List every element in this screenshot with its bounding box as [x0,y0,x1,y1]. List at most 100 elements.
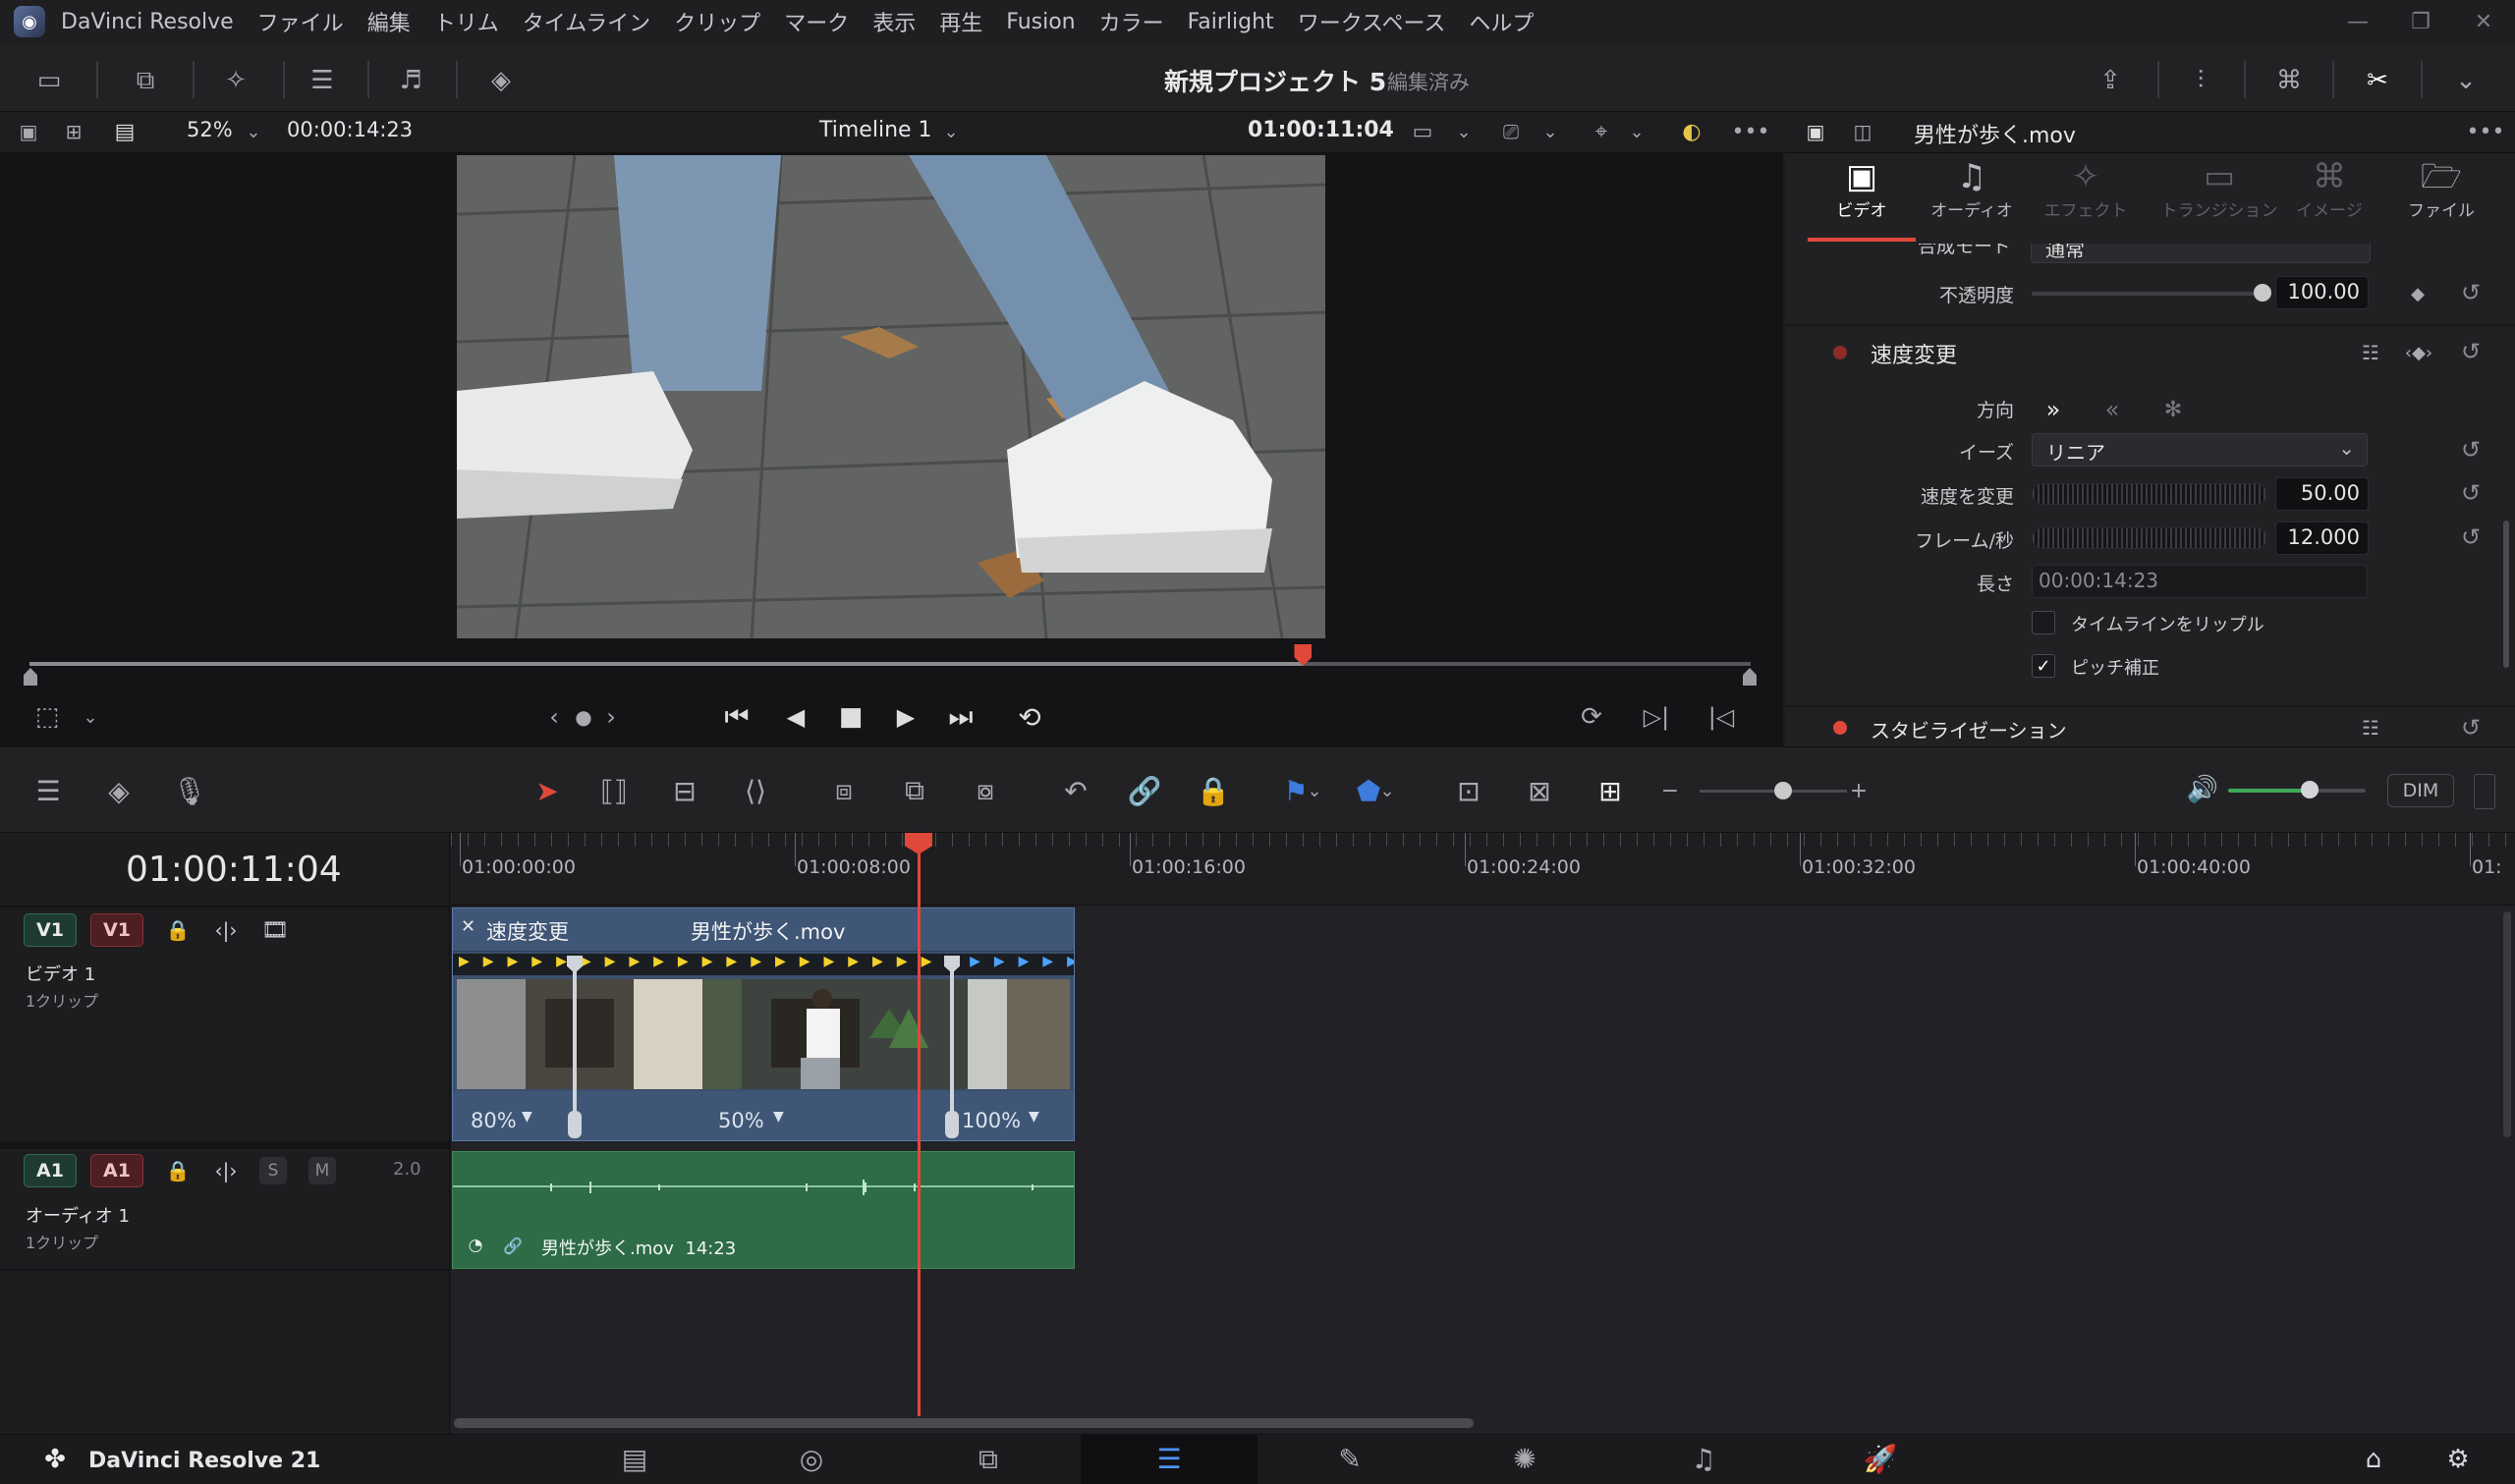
sound-library-icon[interactable]: ♬ [389,61,432,100]
sliders-icon[interactable]: ☷ [2356,338,2385,367]
edit-timeline-page-icon[interactable]: ☰ [1081,1434,1258,1484]
fps-field[interactable]: 12.000 [2275,522,2369,555]
transform-icon[interactable]: ⌖ [1582,116,1621,147]
zoom-level[interactable]: 52% [187,118,233,141]
metadata-icon[interactable]: ⌘ [2267,61,2311,100]
tab-effects[interactable]: ✧ エフェクト [2032,157,2140,221]
menu-mark[interactable]: マーク [784,6,849,37]
tab-audio[interactable]: ♫ オーディオ [1918,157,2026,221]
zoom-in-icon[interactable]: + [1847,776,1871,805]
remove-effect-icon[interactable]: ✕ [461,916,475,937]
edit-page-icon[interactable]: ⧉ [900,1434,1077,1484]
zoom-full-icon[interactable]: ⊡ [1446,769,1491,812]
resolve-logo-icon[interactable]: ◉ [14,6,45,37]
restore-icon[interactable]: ❐ [2389,10,2452,34]
menu-workspace[interactable]: ワークスペース [1298,6,1446,37]
fps-jog-wheel[interactable] [2032,527,2267,549]
chevron-down-icon[interactable]: ⌄ [2444,61,2487,100]
ease-dropdown[interactable]: リニア ⌄ [2032,433,2368,467]
mute-button[interactable]: M [308,1157,336,1184]
speed-field[interactable]: 50.00 [2275,477,2369,511]
keyframe-nav-icon[interactable]: ‹◆› [2391,338,2446,367]
keyframe-diamond-icon[interactable]: ◈ [479,61,523,100]
a1-source-button[interactable]: A1 [90,1154,143,1187]
color-overlay-icon[interactable]: ◐ [1674,116,1709,147]
chevron-down-icon[interactable]: ⌄ [939,116,963,147]
prev-edit-icon[interactable]: |◁ [1704,697,1739,737]
menu-timeline[interactable]: タイムライン [523,6,650,37]
volume-knob[interactable] [2301,781,2319,798]
menu-view[interactable]: 表示 [872,6,916,37]
overwrite-clip-icon[interactable]: ⧉ [892,769,937,812]
timeline-view-options-icon[interactable]: ☰ [26,769,71,812]
keyframe-diamond-icon[interactable]: ◈ [96,769,141,812]
tab-video[interactable]: ▣ ビデオ [1808,157,1916,221]
selection-pointer-icon[interactable]: ➤ [525,769,570,812]
trim-edit-icon[interactable]: ⟦⟧ [591,769,637,812]
zoom-out-icon[interactable]: − [1658,776,1682,805]
replace-clip-icon[interactable]: ⧇ [963,769,1008,812]
inspector-tools-icon[interactable]: ✂ [2356,61,2399,100]
chevron-down-icon[interactable]: ▼ [1029,1109,1039,1125]
reset-icon[interactable]: ↺ [2456,337,2486,366]
dim-button[interactable]: DIM [2387,774,2454,807]
inspector-scrollbar[interactable] [2503,521,2509,668]
media-pool-icon[interactable]: ▭ [28,61,71,100]
single-viewer-icon[interactable]: ▣ [14,116,43,147]
position-lock-icon[interactable]: 🔒 [1191,769,1236,812]
blade-icon[interactable]: ⟨⟩ [733,769,778,812]
track-lock-icon[interactable]: 🔒 [163,1154,193,1187]
dynamic-trim-icon[interactable]: ⊟ [662,769,707,812]
inspector-thumbnail-icon[interactable]: ▣ [1800,116,1831,147]
reset-icon[interactable]: ↺ [2456,478,2486,508]
split-view-icon[interactable]: ◫ [1847,116,1878,147]
reset-icon[interactable]: ↺ [2456,522,2486,552]
pitch-checkbox[interactable]: ✓ [2032,654,2055,678]
speed-segment-label[interactable]: 50% [718,1109,764,1132]
minimize-icon[interactable]: — [2326,10,2389,34]
audio-track-name[interactable]: オーディオ 1 [26,1202,130,1228]
video-track-name[interactable]: ビデオ 1 [26,961,95,986]
opacity-field[interactable]: 100.00 [2275,276,2369,309]
speed-point-grip[interactable] [568,1111,582,1138]
freeze-icon[interactable]: ✻ [2153,393,2193,426]
next-keyframe-icon[interactable]: › [601,699,621,735]
timeline-selector[interactable]: Timeline 1 [819,118,932,142]
tab-image[interactable]: ⌘ イメージ [2275,157,2383,221]
loop-icon[interactable]: ⟲ [1010,697,1049,737]
edit-index-icon[interactable]: ☰ [301,61,344,100]
play-icon[interactable]: ▶ [886,697,925,737]
transform-overlay-icon[interactable]: ⬚ [28,699,67,735]
v1-source-button[interactable]: V1 [90,913,143,947]
chevron-down-icon[interactable]: ⌄ [79,699,102,735]
volume-icon[interactable]: 🔊 [2183,772,2222,807]
tab-file[interactable]: 🗁 ファイル [2387,157,2495,221]
insert-clip-icon[interactable]: ⧈ [821,769,866,812]
menu-file[interactable]: ファイル [257,6,344,37]
menu-fairlight[interactable]: Fairlight [1188,10,1274,34]
video-frame[interactable] [457,155,1325,638]
reset-icon[interactable]: ↺ [2456,435,2486,465]
stabilization-enable-dot[interactable] [1833,721,1847,735]
reset-icon[interactable]: ↺ [2456,713,2486,742]
chevron-down-icon[interactable]: ⌄ [1625,116,1649,147]
v1-destination-button[interactable]: V1 [24,913,77,947]
zoom-slider-knob[interactable] [1774,782,1792,799]
more-icon[interactable]: ••• [1731,116,1770,147]
chevron-down-icon[interactable]: ⌄ [1375,769,1399,812]
timeline-timecode[interactable]: 01:00:11:04 [126,850,342,890]
menu-color[interactable]: カラー [1099,6,1164,37]
composite-mode-dropdown[interactable]: 通常 [2031,244,2371,263]
deliver-page-icon[interactable]: 🚀 [1792,1434,1969,1484]
chevron-down-icon[interactable]: ⌄ [242,116,265,147]
chevron-down-icon[interactable]: ⌄ [1538,116,1562,147]
speed-segment-label[interactable]: 100% [962,1109,1021,1132]
color-page-icon[interactable]: ✺ [1436,1434,1613,1484]
export-icon[interactable]: ⇪ [2089,61,2132,100]
snapping-icon[interactable]: ↶ [1053,769,1098,812]
ripple-checkbox[interactable] [2032,611,2055,634]
home-icon[interactable]: ⌂ [2356,1444,2391,1475]
video-clip[interactable]: ✕ 速度変更 男性が歩く.mov ▶▶▶▶▶▶▶▶▶▶▶▶▶▶▶▶▶▶▶▶▶▶▶… [452,907,1075,1141]
go-to-end-icon[interactable]: ⏭ [941,697,980,737]
opacity-slider-knob[interactable] [2254,284,2271,302]
